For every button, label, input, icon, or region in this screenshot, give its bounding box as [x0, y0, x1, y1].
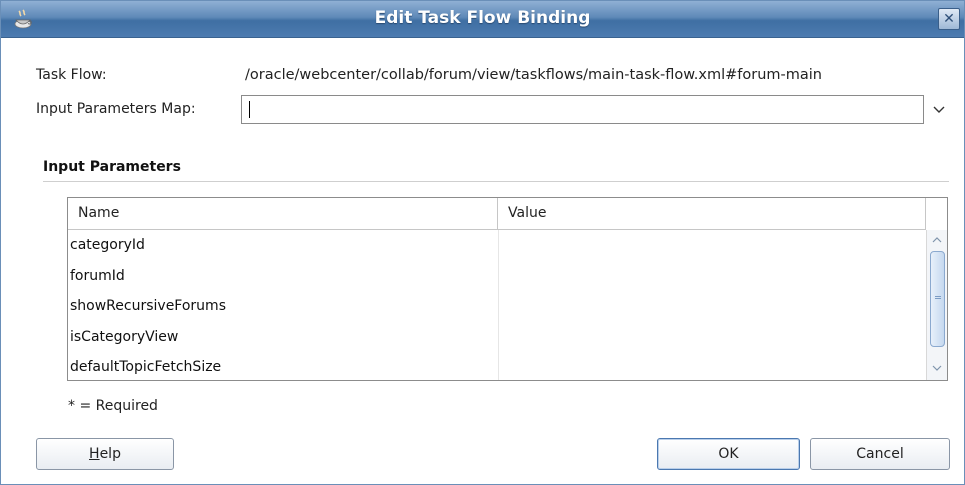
chevron-down-icon[interactable]: [929, 100, 949, 120]
grip-icon: [935, 296, 941, 299]
param-name-cell: isCategoryView: [70, 328, 179, 345]
ok-button[interactable]: OK: [657, 438, 800, 470]
param-name-cell: forumId: [70, 267, 125, 284]
edit-task-flow-binding-dialog: Edit Task Flow Binding ✕ Task Flow: /ora…: [0, 0, 965, 485]
close-button[interactable]: ✕: [938, 8, 960, 30]
help-button[interactable]: Help: [36, 438, 174, 470]
title-bar[interactable]: Edit Task Flow Binding ✕: [1, 1, 964, 38]
help-mnemonic: H: [89, 446, 100, 462]
text-caret: [249, 101, 250, 118]
param-value-cell[interactable]: [498, 230, 926, 260]
input-parameters-heading: Input Parameters: [43, 159, 181, 175]
param-value-cell[interactable]: [498, 261, 926, 291]
table-row[interactable]: forumId: [68, 261, 926, 292]
dialog-title: Edit Task Flow Binding: [374, 8, 591, 28]
param-value-cell[interactable]: [498, 291, 926, 321]
param-value-cell[interactable]: [498, 322, 926, 352]
param-value-cell[interactable]: [498, 352, 926, 382]
help-label: elp: [99, 446, 121, 462]
section-divider: [43, 181, 949, 182]
scroll-down-icon[interactable]: [927, 360, 947, 378]
table-row[interactable]: isCategoryView: [68, 322, 926, 353]
table-row[interactable]: showRecursiveForums: [68, 291, 926, 322]
scrollbar-thumb[interactable]: [930, 251, 945, 347]
required-note: * = Required: [68, 398, 158, 414]
scroll-up-icon[interactable]: [927, 232, 947, 250]
table-header: Name Value: [68, 198, 926, 230]
column-header-value[interactable]: Value: [498, 198, 926, 229]
table-row[interactable]: defaultTopicFetchSize: [68, 352, 926, 383]
param-name-cell: defaultTopicFetchSize: [70, 359, 222, 375]
cancel-button[interactable]: Cancel: [810, 438, 950, 470]
table-body: categoryId forumId showRecursiveForums i…: [68, 230, 926, 383]
param-name-cell: categoryId: [70, 237, 145, 253]
task-flow-value: /oracle/webcenter/collab/forum/view/task…: [245, 67, 822, 83]
column-header-name[interactable]: Name: [68, 198, 498, 229]
close-icon: ✕: [943, 11, 955, 27]
input-parameters-map-combobox[interactable]: [241, 95, 924, 124]
task-flow-label: Task Flow:: [36, 67, 107, 83]
param-name-cell: showRecursiveForums: [70, 298, 226, 314]
vertical-scrollbar[interactable]: [926, 230, 947, 380]
input-parameters-table: Name Value categoryId forumId showRecurs…: [67, 197, 948, 381]
input-parameters-map-label: Input Parameters Map:: [36, 101, 196, 117]
table-row[interactable]: categoryId: [68, 230, 926, 261]
